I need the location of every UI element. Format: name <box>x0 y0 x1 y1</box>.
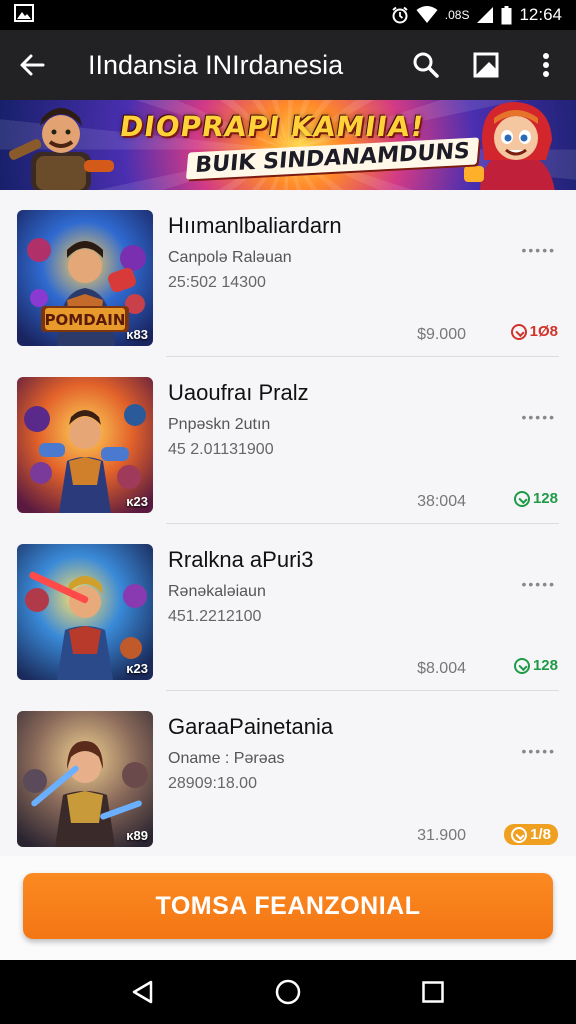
item-title: GaraaPainetania <box>168 714 334 739</box>
check-circle-icon <box>513 490 530 507</box>
item-score-value: 128 <box>532 490 558 507</box>
list-item[interactable]: κ23 Rralkna aPuri3 Rənəkaləiaun 451.2212… <box>0 524 576 691</box>
item-subtitle: Rənəkaləiaun <box>168 583 266 600</box>
item-title: Hıımanlbaliardarn <box>168 213 342 238</box>
game-thumbnail[interactable]: κ23 <box>17 377 153 513</box>
item-subtitle: Pnpəskn 2utın <box>168 416 271 433</box>
list-item[interactable]: κ89 GaraaPainetania Oname : Pərəas 28909… <box>0 691 576 856</box>
primary-cta-button[interactable]: TOMSA FEANZONIAL <box>23 873 553 939</box>
item-subtitle: Canpolə Raləuan <box>168 249 292 266</box>
thumbnail-badge: κ23 <box>126 661 148 676</box>
banner-headline: DIOPRAPI KAMIIA! <box>117 110 427 143</box>
item-number: 25:502 14300 <box>168 274 266 291</box>
status-bar: .08S 12:64 <box>0 0 576 30</box>
item-number: 28909:18.00 <box>168 775 257 792</box>
cast-button[interactable] <box>456 30 516 100</box>
app-bar: IIndansia INIrdanesia <box>0 30 576 100</box>
item-score: 1Ø8 <box>510 323 558 340</box>
item-price: $9.000 <box>417 326 466 343</box>
item-number: 45 2.01131900 <box>168 441 274 458</box>
system-navigation-bar <box>0 960 576 1024</box>
item-score: 128 <box>513 657 558 674</box>
item-number: 451.2212100 <box>168 608 262 625</box>
item-price: $8.004 <box>417 660 466 677</box>
overflow-menu-button[interactable] <box>516 30 576 100</box>
search-icon <box>413 52 439 78</box>
battery-icon <box>501 5 512 25</box>
item-more-button[interactable]: ••••• <box>521 242 556 258</box>
item-price: 31.900 <box>417 827 466 844</box>
item-score: 1/8 <box>504 824 558 845</box>
clock: 12:64 <box>519 5 562 24</box>
list-item[interactable]: κ23 Uaoufraı Pralz Pnpəskn 2utın 45 2.01… <box>0 357 576 524</box>
game-list: POMDAIN κ83 Hıımanlbaliardarn Canpolə Ra… <box>0 190 576 856</box>
game-thumbnail[interactable]: κ89 <box>17 711 153 847</box>
list-item[interactable]: POMDAIN κ83 Hıımanlbaliardarn Canpolə Ra… <box>0 190 576 357</box>
bottom-action-area: TOMSA FEANZONIAL <box>0 856 576 960</box>
banner-hero-left-image <box>8 108 114 190</box>
alarm-icon <box>391 6 409 24</box>
signal-icon <box>476 6 494 24</box>
page-title: IIndansia INIrdanesia <box>88 49 344 80</box>
item-more-button[interactable]: ••••• <box>521 743 556 759</box>
wifi-icon <box>416 6 438 24</box>
more-vert-icon <box>543 53 549 77</box>
item-score-value: 128 <box>532 657 558 674</box>
network-type-label: .08S <box>444 8 470 22</box>
arrow-back-icon <box>20 54 45 76</box>
item-title: Uaoufraı Pralz <box>168 380 309 405</box>
triangle-back-icon <box>132 980 152 1004</box>
thumbnail-badge: κ89 <box>126 828 148 843</box>
thumbnail-caption: POMDAIN <box>45 311 126 329</box>
item-more-button[interactable]: ••••• <box>521 576 556 592</box>
promo-banner[interactable]: DIOPRAPI KAMIIA! BUIK SINDANAMDUNS <box>0 100 576 190</box>
check-circle-icon <box>511 826 528 843</box>
search-button[interactable] <box>396 30 456 100</box>
item-score-value: 1/8 <box>530 826 551 843</box>
thumbnail-badge: κ23 <box>126 494 148 509</box>
thumbnail-badge: κ83 <box>126 327 148 342</box>
check-circle-icon <box>510 323 527 340</box>
nav-home-button[interactable] <box>258 962 318 1022</box>
game-thumbnail[interactable]: κ23 <box>17 544 153 680</box>
item-score-value: 1Ø8 <box>529 323 558 340</box>
back-button[interactable] <box>0 30 64 100</box>
square-recents-icon <box>422 981 445 1003</box>
gallery-notification-icon <box>14 3 34 27</box>
item-subtitle: Oname : Pərəas <box>168 750 285 767</box>
nav-back-button[interactable] <box>113 962 173 1022</box>
game-thumbnail[interactable]: POMDAIN κ83 <box>17 210 153 346</box>
item-price: 38:004 <box>417 493 466 510</box>
item-more-button[interactable]: ••••• <box>521 409 556 425</box>
circle-home-icon <box>275 979 301 1005</box>
nav-recents-button[interactable] <box>403 962 463 1022</box>
image-frame-icon <box>473 52 499 78</box>
check-circle-icon <box>513 657 530 674</box>
item-score: 128 <box>513 490 558 507</box>
item-title: Rralkna aPuri3 <box>168 547 314 572</box>
